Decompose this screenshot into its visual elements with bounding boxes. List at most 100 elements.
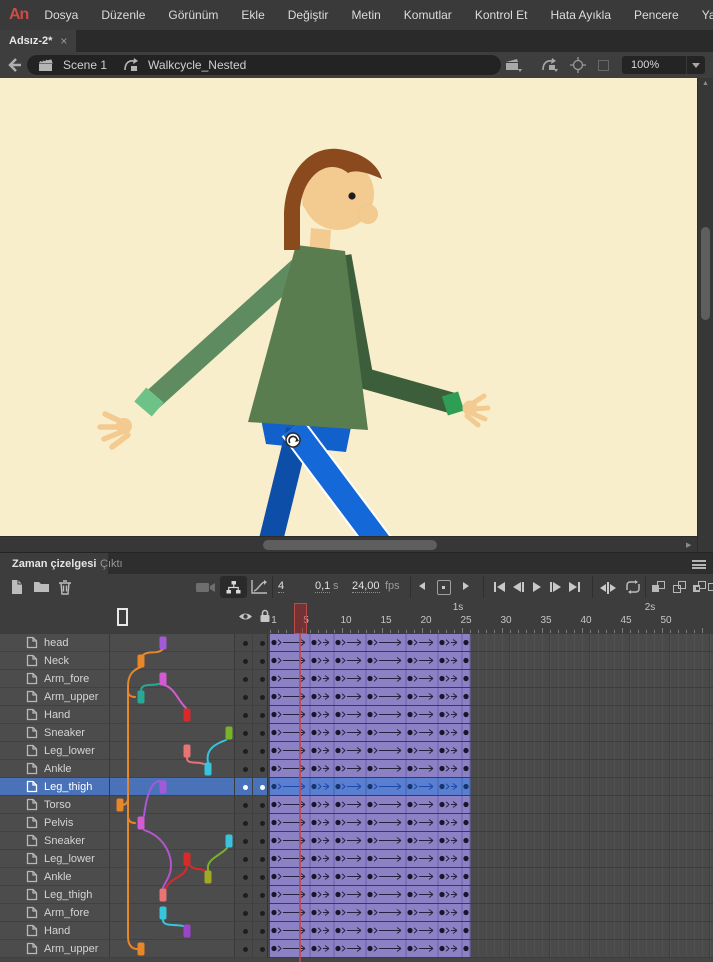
lock-dot[interactable] — [260, 857, 265, 862]
onion-skin-outlines-icon[interactable] — [673, 581, 686, 594]
lock-dot[interactable] — [260, 929, 265, 934]
tween-span[interactable] — [268, 904, 713, 921]
layer-row-hand[interactable]: Hand — [0, 922, 713, 940]
visibility-lock-cell[interactable] — [234, 706, 268, 724]
parenting-cell[interactable] — [110, 688, 234, 706]
layer-row-head[interactable]: head — [0, 634, 713, 652]
layer-name[interactable]: Leg_lower — [0, 742, 110, 760]
lock-dot[interactable] — [260, 803, 265, 808]
lock-dot[interactable] — [260, 677, 265, 682]
frames-cell[interactable] — [268, 904, 713, 922]
lock-dot[interactable] — [260, 659, 265, 664]
visibility-dot[interactable] — [243, 893, 248, 898]
layer-row-torso[interactable]: Torso — [0, 796, 713, 814]
visibility-lock-cell[interactable] — [234, 634, 268, 652]
horizontal-scrollbar[interactable]: ▶ — [0, 536, 697, 553]
menu-item[interactable]: Düzenle — [101, 8, 145, 22]
parenting-cell[interactable] — [110, 670, 234, 688]
visibility-dot[interactable] — [243, 749, 248, 754]
layer-row-neck[interactable]: Neck — [0, 652, 713, 670]
current-frame-value[interactable]: 4 — [278, 581, 285, 593]
parenting-cell[interactable] — [110, 742, 234, 760]
lock-dot[interactable] — [260, 821, 265, 826]
tween-span[interactable] — [268, 760, 713, 777]
lock-dot[interactable] — [260, 947, 265, 952]
menu-item[interactable]: Ekle — [241, 8, 264, 22]
frames-cell[interactable] — [268, 742, 713, 760]
parenting-cell[interactable] — [110, 850, 234, 868]
tween-span[interactable] — [268, 868, 713, 885]
frames-cell[interactable] — [268, 706, 713, 724]
tab-output[interactable]: Çıktı — [88, 553, 135, 575]
layer-name[interactable]: Sneaker — [0, 724, 110, 742]
playhead-marker[interactable] — [294, 603, 307, 634]
edit-multiple-frames-icon[interactable] — [693, 581, 706, 594]
frames-cell[interactable] — [268, 724, 713, 742]
lock-dot[interactable] — [260, 713, 265, 718]
tween-span[interactable] — [268, 688, 713, 705]
tween-span[interactable] — [268, 724, 713, 741]
visibility-dot[interactable] — [243, 803, 248, 808]
layer-name[interactable]: Arm_upper — [0, 688, 110, 706]
visibility-lock-cell[interactable] — [234, 886, 268, 904]
layer-row-arm_fore[interactable]: Arm_fore — [0, 904, 713, 922]
tween-span[interactable] — [268, 922, 713, 939]
horizontal-scroll-thumb[interactable] — [263, 540, 437, 550]
menu-item[interactable]: Hata Ayıkla — [551, 8, 611, 22]
eye-icon[interactable] — [238, 611, 253, 622]
tween-span[interactable] — [268, 706, 713, 723]
visibility-dot[interactable] — [243, 659, 248, 664]
back-arrow-icon[interactable] — [7, 58, 22, 72]
visibility-lock-cell[interactable] — [234, 814, 268, 832]
lock-dot[interactable] — [260, 911, 265, 916]
step-playhead-back-icon[interactable] — [419, 582, 425, 590]
parenting-cell[interactable] — [110, 796, 234, 814]
layer-name[interactable]: head — [0, 634, 110, 652]
visibility-lock-cell[interactable] — [234, 904, 268, 922]
parenting-cell[interactable] — [110, 634, 234, 652]
layer-row-leg_lower[interactable]: Leg_lower — [0, 850, 713, 868]
motion-editor-icon[interactable] — [251, 579, 268, 594]
frames-cell[interactable] — [268, 922, 713, 940]
tween-span[interactable] — [268, 796, 713, 813]
layer-row-ankle[interactable]: Ankle — [0, 868, 713, 886]
center-playhead-icon[interactable] — [600, 582, 616, 594]
frames-cell[interactable] — [268, 760, 713, 778]
symbol-name[interactable]: Walkcycle_Nested — [148, 58, 246, 72]
lock-dot[interactable] — [260, 641, 265, 646]
frames-cell[interactable] — [268, 814, 713, 832]
layer-name[interactable]: Hand — [0, 706, 110, 724]
layer-name[interactable]: Leg_thigh — [0, 778, 110, 796]
tween-span[interactable] — [268, 832, 713, 849]
step-back-button[interactable] — [513, 582, 524, 592]
visibility-dot[interactable] — [243, 821, 248, 826]
frames-cell[interactable] — [268, 688, 713, 706]
visibility-lock-cell[interactable] — [234, 940, 268, 958]
layer-row-hand[interactable]: Hand — [0, 706, 713, 724]
frames-cell[interactable] — [268, 778, 713, 796]
parenting-cell[interactable] — [110, 886, 234, 904]
visibility-dot[interactable] — [243, 677, 248, 682]
parenting-cell[interactable] — [110, 922, 234, 940]
layer-name[interactable]: Torso — [0, 796, 110, 814]
center-frame-icon[interactable] — [570, 57, 586, 73]
frames-cell[interactable] — [268, 652, 713, 670]
frames-cell[interactable] — [268, 868, 713, 886]
visibility-lock-cell[interactable] — [234, 742, 268, 760]
parenting-cell[interactable] — [110, 868, 234, 886]
fps-value[interactable]: 24,00 — [352, 581, 380, 593]
playhead-line[interactable] — [299, 634, 301, 962]
layer-row-arm_upper[interactable]: Arm_upper — [0, 940, 713, 958]
menu-item[interactable]: Pencere — [634, 8, 679, 22]
visibility-dot[interactable] — [243, 911, 248, 916]
camera-icon[interactable] — [196, 581, 216, 594]
layer-row-sneaker[interactable]: Sneaker — [0, 724, 713, 742]
new-folder-icon[interactable] — [33, 579, 50, 594]
visibility-lock-cell[interactable] — [234, 652, 268, 670]
edit-symbols-icon[interactable] — [541, 57, 559, 72]
layer-name[interactable]: Pelvis — [0, 814, 110, 832]
visibility-dot[interactable] — [243, 767, 248, 772]
visibility-lock-cell[interactable] — [234, 796, 268, 814]
visibility-dot[interactable] — [243, 641, 248, 646]
visibility-dot[interactable] — [243, 713, 248, 718]
